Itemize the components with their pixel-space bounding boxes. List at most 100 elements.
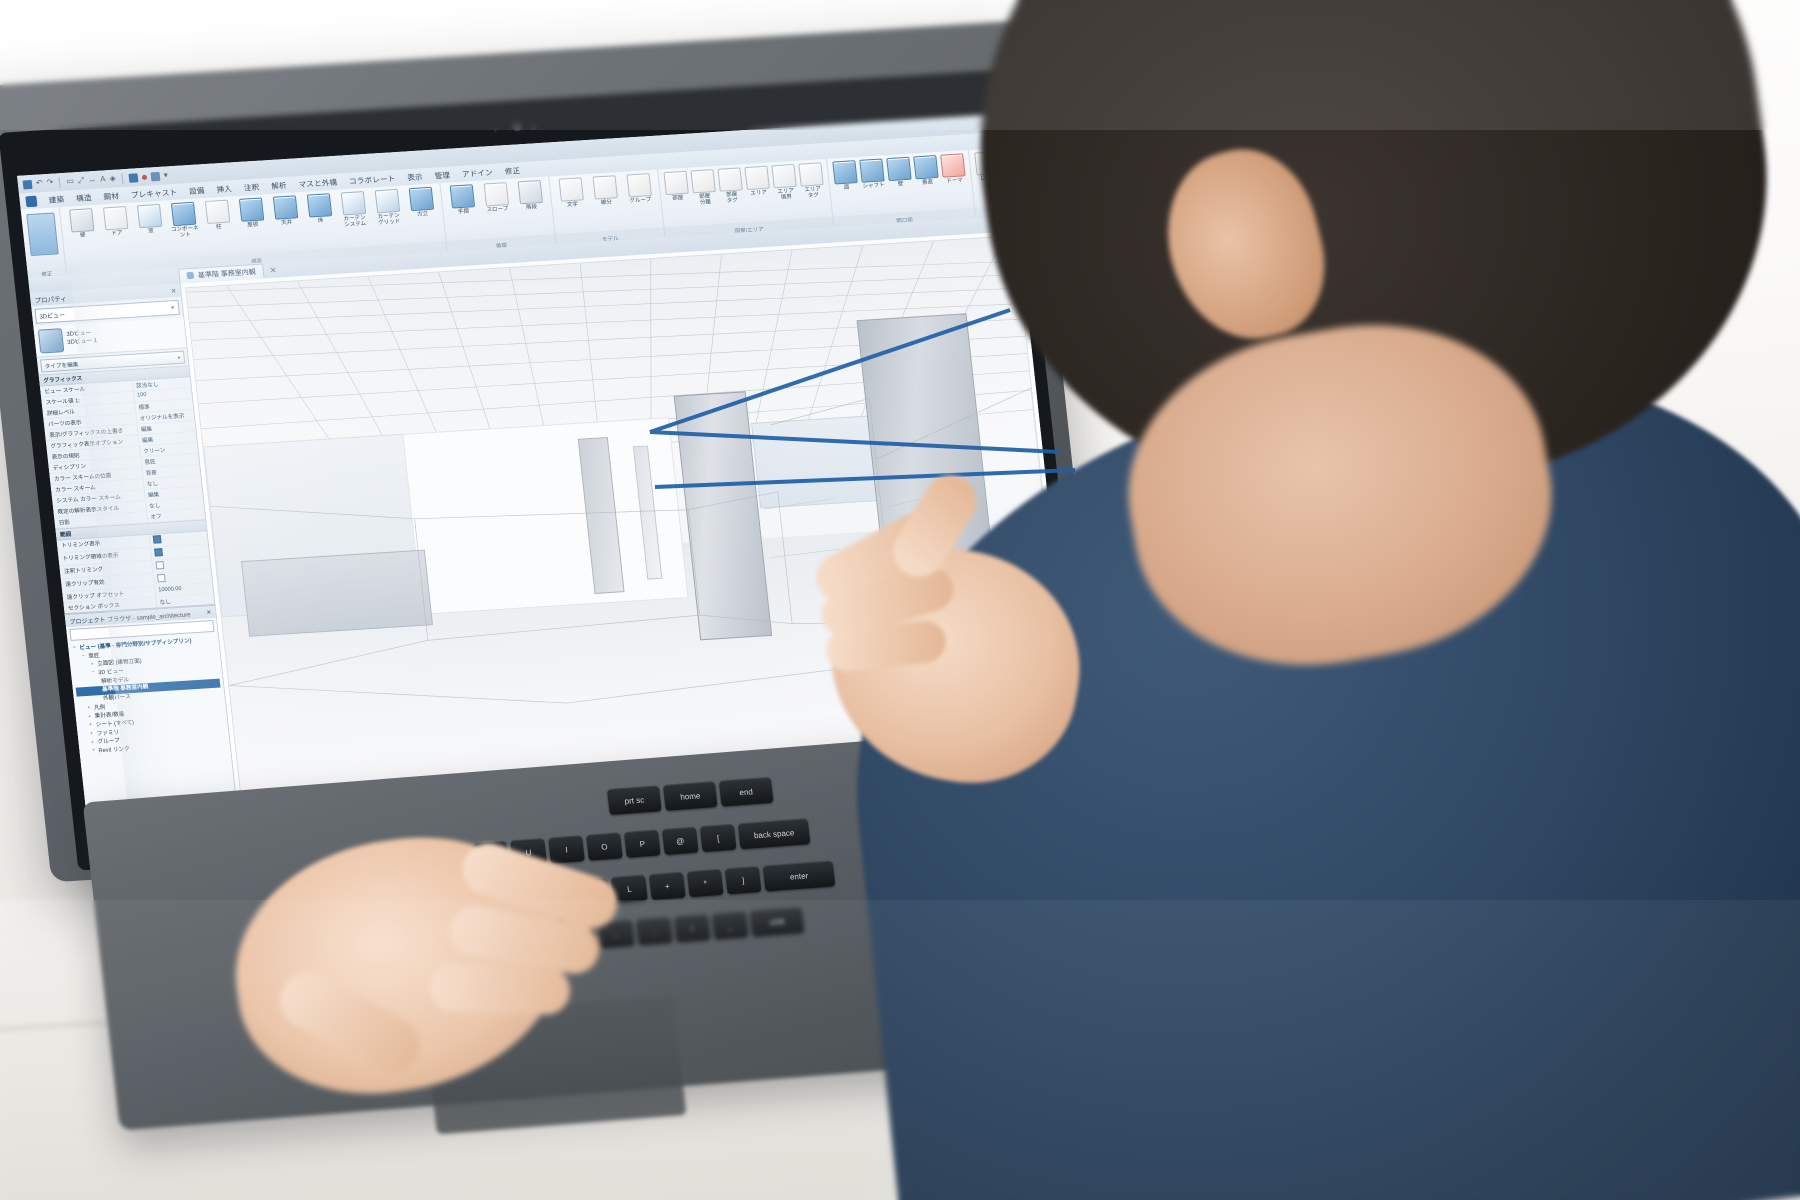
undo-icon[interactable]: ↶ — [35, 178, 43, 187]
photo-scene: ↶ ↷ ▭ ⤢ ↔ A ◈ ▾ 建築 構造 鋼材 プレキャスト 設備 挿入 注釈… — [0, 0, 1800, 1200]
tab-modify[interactable]: 修正 — [504, 165, 521, 177]
expander-icon[interactable]: + — [87, 713, 94, 721]
component-label: コンポーネント — [170, 225, 199, 239]
checkbox-off-icon[interactable] — [156, 573, 166, 583]
model-text-button[interactable]: 文字 — [555, 177, 588, 209]
room-button[interactable]: 部屋 — [663, 170, 689, 202]
key-bracket-close[interactable]: ] — [724, 866, 762, 895]
model-group-button[interactable]: グループ — [622, 173, 655, 205]
redo-icon[interactable]: ↷ — [46, 178, 54, 187]
area-boundary-button[interactable]: エリア 境界 — [771, 163, 798, 202]
curtain-grid-button[interactable]: カーテン グリッド — [371, 188, 405, 227]
tab-systems[interactable]: 設備 — [189, 185, 206, 197]
qat-separator — [58, 176, 61, 188]
model-text-icon — [558, 177, 584, 202]
tab-structure[interactable]: 構造 — [76, 192, 93, 204]
panel-close-icon[interactable]: ✕ — [170, 286, 177, 294]
checkbox-off-icon[interactable] — [155, 561, 165, 570]
column-button[interactable]: 柱 — [201, 199, 234, 231]
stair-icon — [517, 179, 543, 205]
railing-button[interactable]: 手摺 — [446, 184, 479, 216]
stair-label: 階段 — [525, 204, 538, 211]
window-button[interactable]: 窓 — [133, 203, 166, 236]
curtain-grid-icon — [374, 188, 400, 214]
shaft-button[interactable]: シャフト — [859, 158, 885, 190]
align-dimension-icon[interactable]: ↔ — [88, 175, 97, 184]
room-icon — [663, 170, 689, 196]
roof-icon — [238, 197, 264, 222]
checkbox-on-icon[interactable] — [153, 548, 163, 557]
dormer-icon — [940, 153, 966, 178]
tab-architecture-0[interactable]: 建築 — [48, 193, 65, 205]
checkbox-on-icon[interactable] — [152, 535, 162, 544]
switch-window-icon[interactable]: ▾ — [163, 170, 168, 179]
window-label: 窓 — [147, 228, 154, 235]
tab-view[interactable]: 表示 — [407, 171, 424, 183]
roof-button[interactable]: 屋根 — [235, 197, 268, 229]
tab-insert[interactable]: 挿入 — [216, 183, 233, 195]
expander-icon[interactable]: + — [87, 722, 94, 730]
expander-icon[interactable]: + — [89, 661, 96, 669]
measure-icon[interactable]: ⤢ — [77, 176, 84, 185]
model-line-button[interactable]: 線分 — [589, 175, 622, 207]
tab-annotate[interactable]: 注釈 — [243, 181, 260, 193]
area-tag-button[interactable]: エリア タグ — [798, 162, 825, 200]
wall-opening-button[interactable]: 壁 — [886, 156, 912, 188]
expander-icon[interactable]: − — [71, 645, 78, 653]
railing-icon — [449, 184, 475, 209]
key-enter[interactable]: enter — [762, 860, 836, 892]
room-tag-label: 部屋 タグ — [725, 191, 739, 205]
right-hand-pointing — [807, 465, 1150, 820]
tab-precast[interactable]: プレキャスト — [130, 186, 177, 200]
component-button[interactable]: コンポーネント — [167, 201, 201, 240]
section-icon[interactable] — [141, 174, 148, 180]
door-button[interactable]: ドア — [99, 206, 132, 238]
tab-addins[interactable]: アドイン — [461, 166, 494, 179]
panel-close-icon-2[interactable]: ✕ — [206, 609, 212, 616]
by-face-button[interactable]: 面 — [832, 160, 858, 191]
expander-icon[interactable]: + — [86, 705, 93, 713]
ramp-button[interactable]: スロープ — [480, 182, 513, 214]
default-3d-view-icon[interactable] — [128, 172, 139, 183]
key-bracket-open[interactable]: [ — [699, 823, 737, 853]
tab-manage[interactable]: 管理 — [434, 169, 451, 181]
stair-button[interactable]: 階段 — [514, 179, 547, 212]
file-menu-button[interactable] — [25, 195, 38, 207]
vertical-opening-icon — [913, 155, 939, 180]
tab-collaborate[interactable]: コラボレート — [349, 173, 396, 187]
text-icon[interactable]: A — [100, 174, 106, 183]
key-backspace[interactable]: back space — [737, 818, 811, 850]
tab-analyze[interactable]: 解析 — [271, 179, 288, 191]
save-icon[interactable] — [22, 179, 33, 189]
dormer-button[interactable]: ドーマ — [940, 153, 966, 184]
area-tag-label: エリア タグ — [804, 186, 822, 200]
close-icon[interactable]: ✕ — [269, 265, 277, 274]
expander-icon[interactable]: + — [89, 739, 96, 747]
curtain-system-button[interactable]: カーテン システム — [337, 191, 371, 229]
expander-icon[interactable]: − — [80, 653, 87, 661]
floor-button[interactable]: 床 — [303, 193, 336, 225]
wall-button[interactable]: 壁 — [65, 208, 98, 240]
expander-icon[interactable]: + — [88, 731, 95, 739]
modify-select-button[interactable] — [26, 212, 59, 257]
area-button[interactable]: エリア — [744, 165, 770, 197]
thin-lines-icon[interactable] — [150, 171, 161, 181]
tab-steel[interactable]: 鋼材 — [103, 190, 120, 202]
ceiling-button[interactable]: 天井 — [269, 195, 302, 227]
tag-icon[interactable]: ◈ — [109, 174, 116, 183]
key-asterisk[interactable]: * — [686, 868, 724, 898]
room-separator-button[interactable]: 部屋 分離 — [690, 169, 717, 207]
column-icon — [204, 199, 230, 224]
expander-icon[interactable]: + — [90, 748, 97, 756]
print-icon[interactable]: ▭ — [66, 176, 75, 185]
tab-massing[interactable]: マスと外構 — [298, 176, 338, 189]
mullion-button[interactable]: 方立 — [405, 186, 438, 219]
room-separator-icon — [690, 169, 716, 194]
key-end[interactable]: end — [718, 776, 774, 807]
mullion-label: 方立 — [416, 211, 429, 218]
expander-icon[interactable]: − — [90, 670, 97, 678]
room-tag-button[interactable]: 部屋 タグ — [717, 167, 744, 205]
area-boundary-icon — [771, 163, 797, 189]
vertical-opening-button[interactable]: 垂直 — [913, 155, 939, 186]
ceiling-icon — [272, 195, 298, 220]
